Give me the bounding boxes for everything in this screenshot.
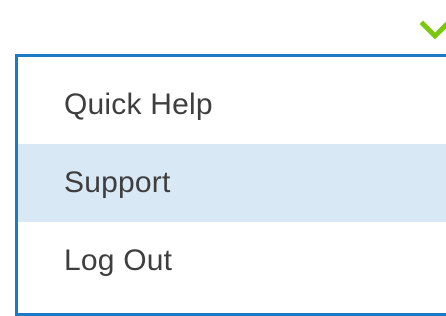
chevron-down-icon[interactable] [419,18,446,42]
menu-item-support[interactable]: Support [18,144,446,222]
menu-item-quick-help[interactable]: Quick Help [18,66,446,144]
menu-item-label: Quick Help [64,88,213,121]
menu-item-log-out[interactable]: Log Out [18,222,446,300]
menu-item-label: Support [64,166,171,199]
menu-item-label: Log Out [64,244,173,277]
user-dropdown-menu: Quick Help Support Log Out [15,54,446,316]
menu-list: Quick Help Support Log Out [18,66,446,300]
